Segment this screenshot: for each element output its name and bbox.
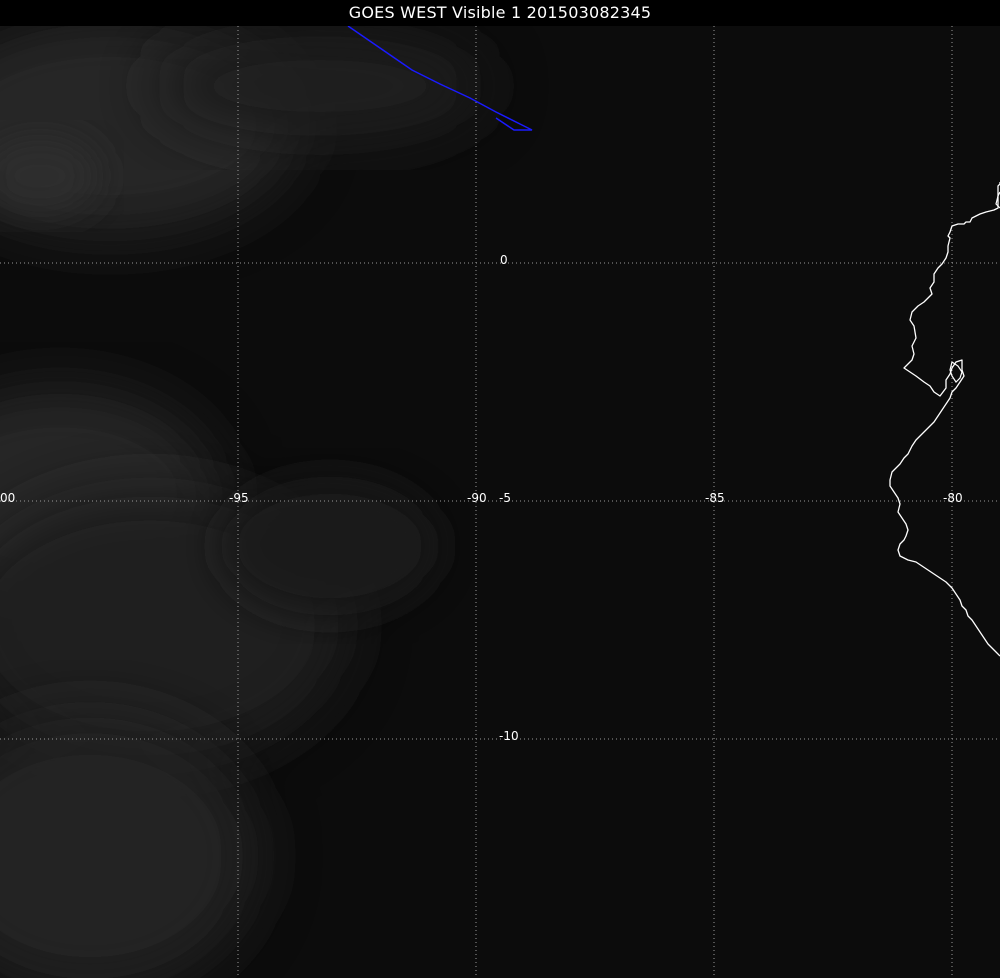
satellite-map: 0 00 -95 -90 -5 -85 -80 -10 (0, 26, 1000, 978)
latitude-label-minus-5: -5 (499, 491, 511, 505)
cloud-patch-central (220, 476, 440, 616)
longitude-label-95: -95 (229, 491, 249, 505)
cloud-band-north (150, 26, 490, 146)
longitude-label-80: -80 (943, 491, 963, 505)
edge-longitude-label: 00 (0, 491, 16, 505)
satellite-image-frame: GOES WEST Visible 1 201503082345 0 00 -9… (0, 0, 1000, 978)
latitude-label-0: 0 (500, 253, 508, 267)
image-title: GOES WEST Visible 1 201503082345 (0, 0, 1000, 26)
longitude-label-85: -85 (705, 491, 725, 505)
latitude-label-minus-10: -10 (499, 729, 519, 743)
longitude-label-90: -90 (467, 491, 487, 505)
